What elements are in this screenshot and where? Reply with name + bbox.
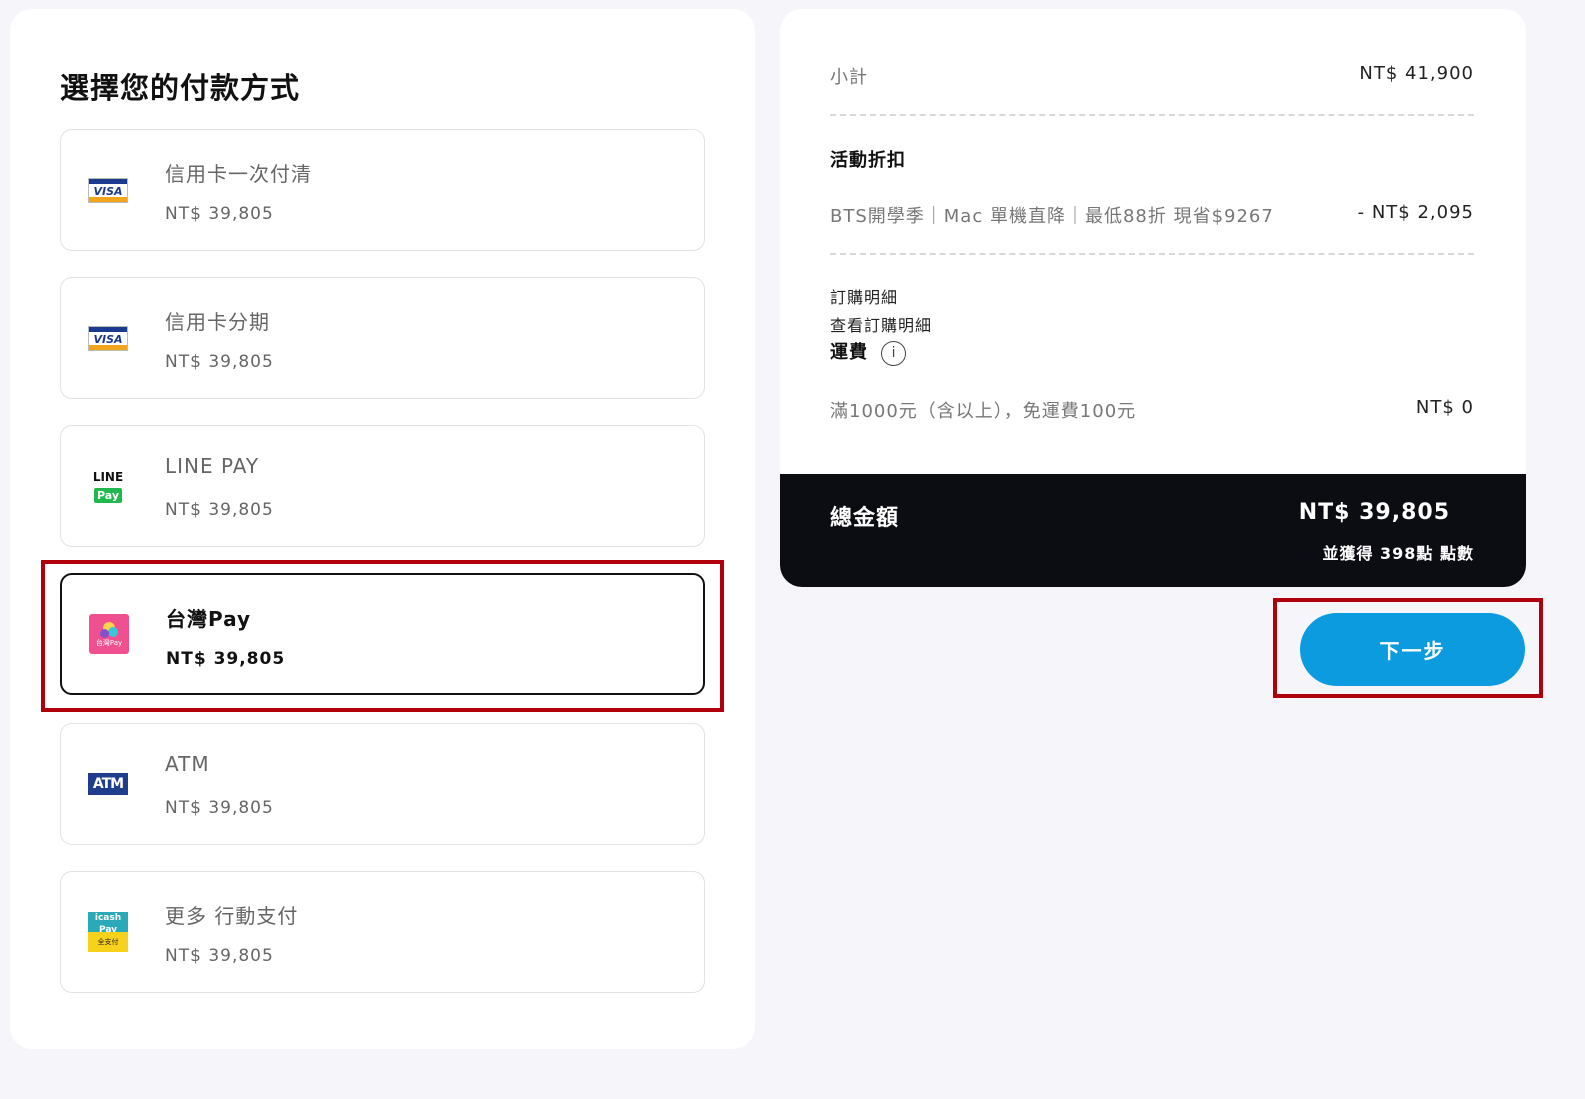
- payment-option-name: 信用卡一次付清: [165, 162, 312, 186]
- payment-option-price: NT$ 39,805: [165, 352, 274, 372]
- payment-option-name: LINE PAY: [165, 454, 260, 478]
- subtotal-row: 小計 NT$ 41,900: [830, 63, 1474, 89]
- order-detail-label: 訂購明細: [830, 288, 899, 307]
- payment-option-price: NT$ 39,805: [165, 946, 274, 966]
- shipping-heading: 運費: [830, 342, 868, 363]
- selection-highlight-box: [41, 560, 724, 712]
- points-text: 並獲得 398點 點數: [1322, 544, 1474, 563]
- payment-option-more-mobile-pay[interactable]: icash Pay 全支付 更多 行動支付 NT$ 39,805: [60, 871, 705, 993]
- order-summary-panel: 小計 NT$ 41,900 活動折扣 BTS開學季｜Mac 單機直降｜最低88折…: [780, 9, 1526, 587]
- atm-icon: ATM: [87, 764, 129, 804]
- total-value: NT$ 39,805: [1298, 500, 1450, 525]
- payment-option-credit-card-full[interactable]: VISA 信用卡一次付清 NT$ 39,805: [60, 129, 705, 251]
- payment-option-price: NT$ 39,805: [165, 204, 274, 224]
- page-title: 選擇您的付款方式: [60, 71, 301, 105]
- discount-label: BTS開學季｜Mac 單機直降｜最低88折 現省$9267: [830, 206, 1274, 227]
- shipping-row: 滿1000元（含以上），免運費100元 NT$ 0: [830, 397, 1474, 423]
- discount-value: - NT$ 2,095: [1357, 202, 1474, 223]
- discount-row: BTS開學季｜Mac 單機直降｜最低88折 現省$9267 - NT$ 2,09…: [830, 202, 1474, 228]
- payment-option-name: 更多 行動支付: [165, 904, 299, 928]
- payment-option-name: ATM: [165, 752, 210, 776]
- divider: [830, 253, 1474, 255]
- shipping-value: NT$ 0: [1415, 397, 1474, 418]
- total-label: 總金額: [830, 506, 900, 531]
- payment-option-name: 信用卡分期: [165, 310, 270, 334]
- payment-option-line-pay[interactable]: LINE Pay LINE PAY NT$ 39,805: [60, 425, 705, 547]
- discount-heading: 活動折扣: [830, 150, 906, 171]
- line-pay-icon: LINE Pay: [92, 469, 124, 503]
- payment-option-atm[interactable]: ATM ATM NT$ 39,805: [60, 723, 705, 845]
- subtotal-value: NT$ 41,900: [1359, 63, 1474, 84]
- payment-option-credit-card-installment[interactable]: VISA 信用卡分期 NT$ 39,805: [60, 277, 705, 399]
- payment-method-panel: 選擇您的付款方式 VISA 信用卡一次付清 NT$ 39,805 VISA 信用…: [10, 9, 755, 1049]
- visa-icon: VISA: [87, 170, 129, 210]
- view-order-detail-link[interactable]: 查看訂購明細: [830, 316, 932, 335]
- button-highlight-box: [1273, 598, 1543, 698]
- subtotal-label: 小計: [830, 67, 868, 88]
- shipping-label: 滿1000元（含以上），免運費100元: [830, 401, 1137, 422]
- divider: [830, 114, 1474, 116]
- payment-option-price: NT$ 39,805: [165, 500, 274, 520]
- total-bar: 總金額 NT$ 39,805 並獲得 398點 點數: [780, 474, 1526, 587]
- visa-icon: VISA: [87, 318, 129, 358]
- info-icon[interactable]: i: [881, 341, 907, 366]
- icash-pay-icon: icash Pay 全支付: [87, 912, 129, 952]
- payment-option-price: NT$ 39,805: [165, 798, 274, 818]
